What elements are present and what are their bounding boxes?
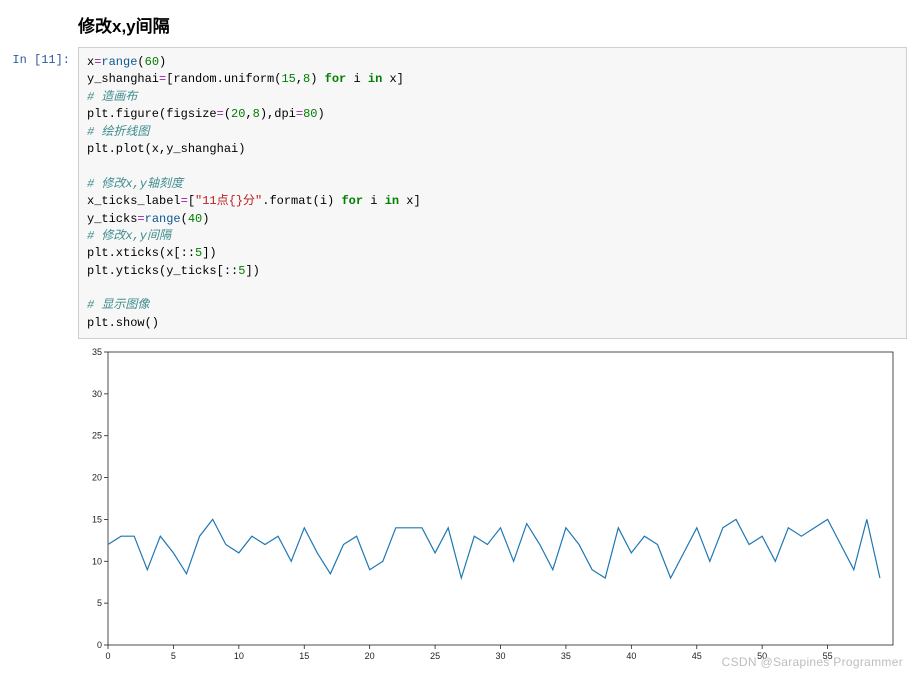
input-prompt: In [11]: xyxy=(8,47,78,67)
svg-text:45: 45 xyxy=(692,651,702,661)
svg-text:5: 5 xyxy=(171,651,176,661)
svg-text:55: 55 xyxy=(823,651,833,661)
line-chart: 0 5 10 15 20 25 30 35 0 5 10 15 20 25 30 35 40 45 50 55 xyxy=(78,347,903,667)
output-chart: 051015202530350510152025303540455055 CSD… xyxy=(78,347,907,667)
svg-text:10: 10 xyxy=(92,557,102,567)
svg-text:0: 0 xyxy=(97,640,102,650)
svg-text:30: 30 xyxy=(495,651,505,661)
section-heading: 修改x,y间隔 xyxy=(78,12,907,37)
svg-text:20: 20 xyxy=(365,651,375,661)
svg-text:0: 0 xyxy=(105,651,110,661)
svg-text:20: 20 xyxy=(92,473,102,483)
code-input[interactable]: x=range(60) y_shanghai=[random.uniform(1… xyxy=(78,47,907,339)
svg-text:10: 10 xyxy=(234,651,244,661)
svg-text:50: 50 xyxy=(757,651,767,661)
svg-text:40: 40 xyxy=(626,651,636,661)
code-cell: In [11]: x=range(60) y_shanghai=[random.… xyxy=(8,47,907,339)
svg-text:5: 5 xyxy=(97,598,102,608)
svg-text:30: 30 xyxy=(92,389,102,399)
svg-text:15: 15 xyxy=(299,651,309,661)
svg-text:25: 25 xyxy=(92,431,102,441)
svg-text:15: 15 xyxy=(92,515,102,525)
svg-text:35: 35 xyxy=(561,651,571,661)
svg-text:25: 25 xyxy=(430,651,440,661)
svg-text:35: 35 xyxy=(92,347,102,357)
